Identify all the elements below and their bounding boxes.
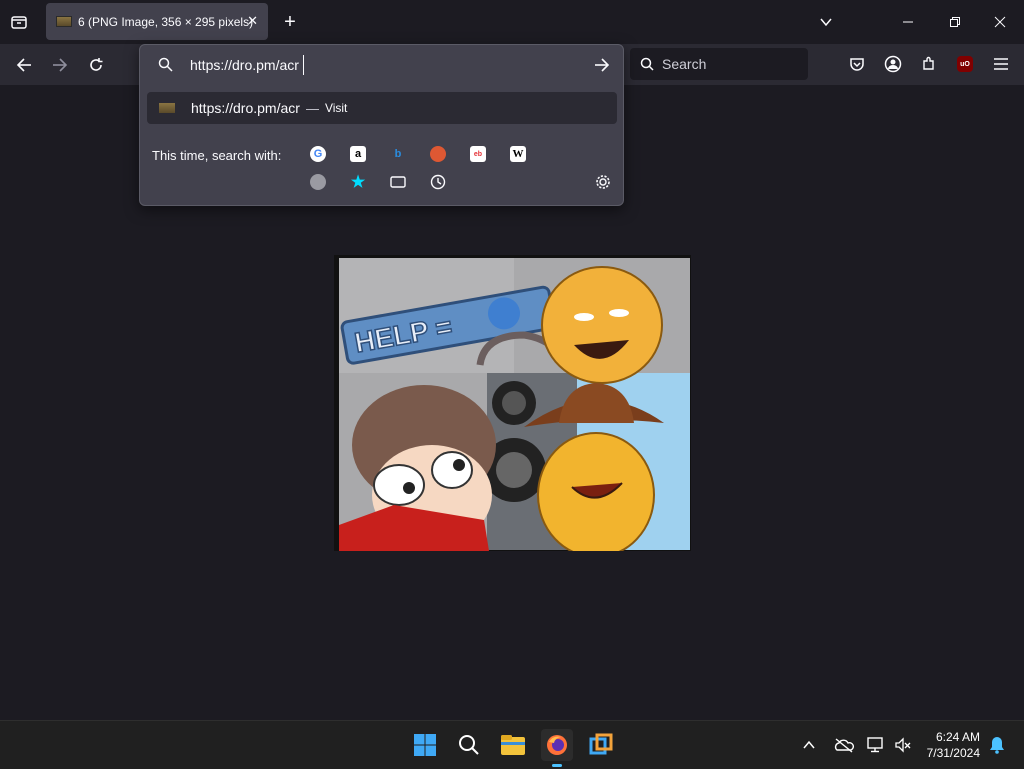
- bing-engine-icon[interactable]: b: [390, 146, 406, 162]
- ebay-engine-icon[interactable]: eb: [470, 146, 486, 162]
- displayed-image: HELP =: [334, 255, 691, 558]
- suggestion-row[interactable]: https://dro.pm/acr — Visit: [147, 92, 617, 124]
- image-favicon-icon: [56, 16, 72, 27]
- search-box[interactable]: Search: [630, 48, 808, 80]
- menu-icon[interactable]: [990, 53, 1012, 75]
- extensions-icon[interactable]: [918, 53, 940, 75]
- history-icon[interactable]: [430, 174, 446, 190]
- tab-active[interactable]: 6 (PNG Image, 356 × 295 pixels) ✕: [46, 3, 268, 40]
- firefox-icon[interactable]: [541, 729, 573, 767]
- clock-time: 6:24 AM: [935, 730, 980, 744]
- go-arrow-icon[interactable]: [594, 57, 610, 73]
- image-favicon-icon: [159, 103, 175, 113]
- gear-icon[interactable]: [595, 174, 611, 190]
- vmware-icon[interactable]: [585, 729, 617, 761]
- chevron-down-icon[interactable]: [816, 12, 836, 32]
- duckduckgo-engine-icon[interactable]: [430, 146, 446, 162]
- notification-bell-icon[interactable]: [984, 729, 1010, 761]
- wikipedia-engine-icon[interactable]: W: [510, 146, 526, 162]
- system-clock[interactable]: 6:24 AM 7/31/2024: [927, 729, 980, 761]
- bookmarks-star-icon[interactable]: ★: [350, 174, 366, 191]
- new-tab-icon[interactable]: +: [280, 11, 300, 33]
- amazon-engine-icon[interactable]: a: [350, 146, 366, 162]
- close-tab-icon[interactable]: ✕: [247, 13, 258, 29]
- close-window-icon[interactable]: [990, 12, 1010, 32]
- search-engine-icon[interactable]: [310, 174, 326, 190]
- url-input[interactable]: https://dro.pm/acr: [190, 57, 299, 73]
- search-icon: [158, 57, 173, 72]
- suggestion-action: Visit: [324, 101, 348, 115]
- restore-icon[interactable]: [945, 12, 965, 32]
- taskbar-search-icon[interactable]: [453, 729, 485, 761]
- tab-list-icon[interactable]: [8, 11, 30, 33]
- onedrive-offline-icon[interactable]: [830, 729, 858, 761]
- taskbar: 6:24 AM 7/31/2024: [0, 720, 1024, 769]
- active-app-indicator: [552, 764, 562, 767]
- search-with-label: This time, search with:: [152, 148, 282, 163]
- google-engine-icon[interactable]: G: [310, 146, 326, 162]
- url-input-row[interactable]: https://dro.pm/acr: [140, 45, 623, 85]
- ublock-icon[interactable]: uO: [954, 53, 976, 75]
- account-icon[interactable]: [882, 53, 904, 75]
- network-icon[interactable]: [862, 729, 890, 761]
- urlbar-popup: https://dro.pm/acr https://dro.pm/acr — …: [139, 44, 624, 206]
- search-icon: [640, 57, 654, 71]
- minimize-icon[interactable]: [898, 12, 918, 32]
- chevron-up-icon[interactable]: [797, 729, 821, 761]
- reload-icon[interactable]: [84, 53, 108, 77]
- pocket-icon[interactable]: [846, 53, 868, 75]
- windows-start-icon[interactable]: [409, 729, 441, 761]
- search-placeholder: Search: [662, 56, 707, 72]
- tab-title: 6 (PNG Image, 356 × 295 pixels): [78, 14, 254, 29]
- tabs-icon[interactable]: [390, 174, 406, 190]
- text-caret: [303, 55, 304, 75]
- clock-date: 7/31/2024: [926, 746, 980, 760]
- suggestion-url: https://dro.pm/acr: [191, 100, 300, 116]
- file-explorer-icon[interactable]: [497, 729, 529, 761]
- back-icon[interactable]: [12, 53, 36, 77]
- forward-icon[interactable]: [48, 53, 72, 77]
- tab-bar: 6 (PNG Image, 356 × 295 pixels) ✕ +: [0, 0, 1024, 44]
- suggestion-separator: —: [305, 100, 319, 116]
- volume-muted-icon[interactable]: [889, 729, 917, 761]
